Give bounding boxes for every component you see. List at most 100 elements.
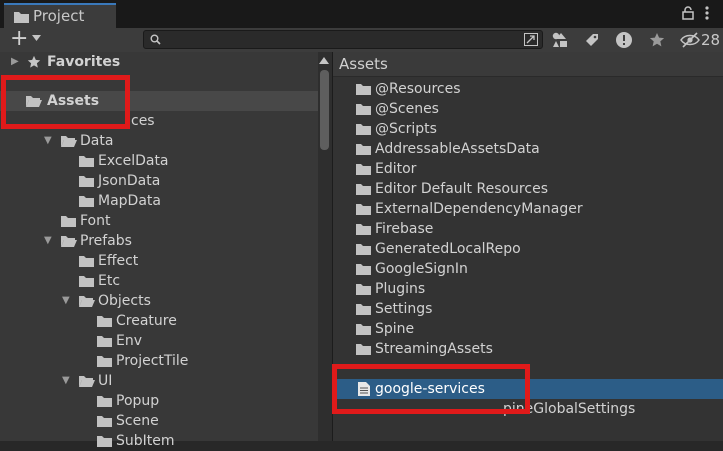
asset-item-label: Firebase [375,221,434,237]
assets-breadcrumb: Assets [333,52,723,77]
favorite-star-icon[interactable] [645,30,669,50]
tree-item-label: Popup [116,393,160,409]
folder-icon [97,315,112,327]
chevron-down-icon[interactable] [32,35,41,41]
chevron-right-icon[interactable]: ▶ [11,52,19,72]
folder-icon [79,195,94,207]
folder-icon [356,143,371,155]
folder-icon [356,283,371,295]
search-mode-icon[interactable] [524,33,538,46]
tree-item[interactable]: Popup [0,391,318,411]
tree-item-label: ProjectTile [116,353,189,369]
tree-item-label: Creature [116,313,177,329]
folder-open-icon [79,295,95,307]
tree-item-label: Favorites [47,54,121,70]
tree-item-label: Font [80,213,111,229]
create-button[interactable]: + [10,27,28,51]
chevron-down-icon[interactable]: ▼ [62,291,70,311]
tab-title: Project [33,7,85,25]
asset-item-label: StreamingAssets [375,341,493,357]
tree-item-label: Objects [98,293,151,309]
tree-item-label: Data [80,133,114,149]
tree-item-label: UI [98,373,113,389]
breadcrumb-label[interactable]: Assets [339,55,388,73]
tree-item-label: JsonData [98,173,161,189]
asset-item-label: Editor Default Resources [375,181,548,197]
folder-icon [356,103,371,115]
asset-folder-item[interactable]: Spine [333,319,723,339]
folder-icon [61,215,76,227]
asset-folder-item[interactable]: Firebase [333,219,723,239]
tree-scrollbar-thumb[interactable] [320,70,329,150]
tree-item[interactable]: JsonData [0,171,318,191]
folder-icon [97,335,112,347]
log-filter-icon[interactable] [612,30,636,50]
tree-item[interactable]: ExcelData [0,151,318,171]
asset-folder-item[interactable]: AddressableAssetsData [333,139,723,159]
tree-item-label: Scene [116,413,159,429]
tree-item[interactable]: Env [0,331,318,351]
folder-icon [356,223,371,235]
highlight-callout [1,75,130,129]
tree-item[interactable]: Creature [0,311,318,331]
folder-icon [97,435,112,447]
asset-folder-item[interactable]: GoogleSignIn [333,259,723,279]
chevron-down-icon[interactable]: ▼ [44,231,52,251]
folder-icon [356,323,371,335]
eye-slash-icon [680,32,700,48]
tree-item[interactable]: Etc [0,271,318,291]
tree-item[interactable]: Font [0,211,318,231]
tree-item[interactable]: Scene [0,411,318,431]
lock-icon[interactable] [682,6,694,20]
asset-item-label: GoogleSignIn [375,261,468,277]
asset-folder-item[interactable]: @Resources [333,79,723,99]
search-input[interactable] [164,31,504,48]
tree-item[interactable]: ProjectTile [0,351,318,371]
tree-item-label: SubItem [116,433,175,449]
tree-item[interactable]: SubItem [0,431,318,451]
asset-item-label: GeneratedLocalRepo [375,241,521,257]
asset-item-label: ExternalDependencyManager [375,201,583,217]
tree-item-label: Prefabs [80,233,132,249]
asset-folder-item[interactable]: StreamingAssets [333,339,723,359]
more-menu-icon[interactable] [704,5,710,21]
asset-folder-item[interactable]: Editor Default Resources [333,179,723,199]
folder-icon [97,355,112,367]
folder-icon [356,243,371,255]
asset-item-label: Spine [375,321,415,337]
asset-folder-item[interactable]: @Scripts [333,119,723,139]
search-by-type-icon[interactable] [548,30,572,50]
folder-icon [356,203,371,215]
search-field[interactable] [143,30,543,49]
asset-item-label: Plugins [375,281,426,297]
tree-item-label: Env [116,333,143,349]
asset-folder-item[interactable]: Settings [333,299,723,319]
folder-open-icon [61,235,77,247]
search-icon [150,34,161,45]
asset-item-label: Editor [375,161,417,177]
asset-folder-item[interactable]: @Scenes [333,99,723,119]
tree-item[interactable]: Effect [0,251,318,271]
tree-item[interactable]: ▼ Prefabs [0,231,318,251]
folder-icon [79,255,94,267]
folder-icon [79,175,94,187]
chevron-down-icon[interactable]: ▼ [62,371,70,391]
chevron-down-icon[interactable]: ▼ [44,131,52,151]
asset-item-label: Settings [375,301,433,317]
asset-folder-item[interactable]: Editor [333,159,723,179]
tab-project[interactable]: Project [4,3,116,28]
asset-folder-item[interactable]: GeneratedLocalRepo [333,239,723,259]
tree-item[interactable]: ▼ Data [0,131,318,151]
tree-item-favorites[interactable]: ▶ Favorites [0,52,318,72]
folder-icon [97,395,112,407]
folder-icon [356,183,371,195]
scroll-up-icon[interactable] [319,57,329,64]
star-icon [27,55,41,69]
asset-folder-item[interactable]: Plugins [333,279,723,299]
folder-icon [97,415,112,427]
tree-item[interactable]: MapData [0,191,318,211]
tree-item[interactable]: ▼ Objects [0,291,318,311]
label-filter-icon[interactable] [580,30,604,50]
tree-item[interactable]: ▼ UI [0,371,318,391]
asset-folder-item[interactable]: ExternalDependencyManager [333,199,723,219]
